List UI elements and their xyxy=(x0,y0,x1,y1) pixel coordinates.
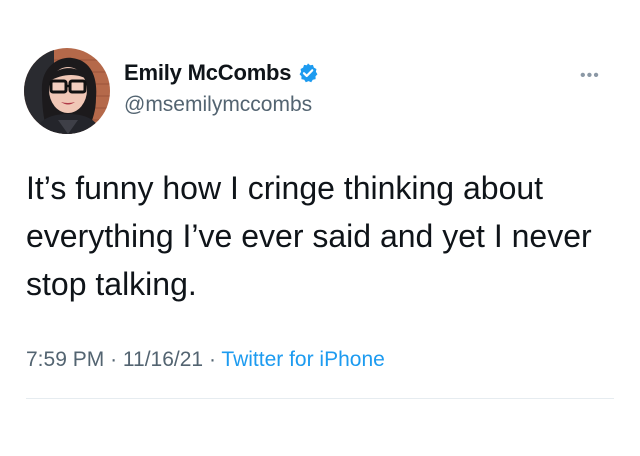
tweet-metadata: 7:59 PM · 11/16/21 · Twitter for iPhone xyxy=(26,348,385,372)
meta-separator: · xyxy=(208,348,216,371)
tweet-card: Emily McCombs @msemilymccombs ••• It’s f… xyxy=(0,0,640,456)
divider xyxy=(26,398,614,399)
tweet-date[interactable]: 11/16/21 xyxy=(123,348,203,371)
tweet-text: It’s funny how I cringe thinking about e… xyxy=(26,170,592,302)
author-handle[interactable]: @msemilymccombs xyxy=(124,93,312,117)
author-name-row[interactable]: Emily McCombs xyxy=(124,60,319,86)
author-avatar[interactable] xyxy=(24,48,110,134)
verified-badge-icon xyxy=(297,62,319,84)
avatar-photo-icon xyxy=(24,48,110,134)
tweet-time[interactable]: 7:59 PM xyxy=(26,348,104,371)
author-display-name[interactable]: Emily McCombs xyxy=(124,60,292,86)
tweet-source-link[interactable]: Twitter for iPhone xyxy=(221,348,384,371)
more-options-icon[interactable]: ••• xyxy=(580,68,600,84)
meta-separator: · xyxy=(110,348,118,371)
